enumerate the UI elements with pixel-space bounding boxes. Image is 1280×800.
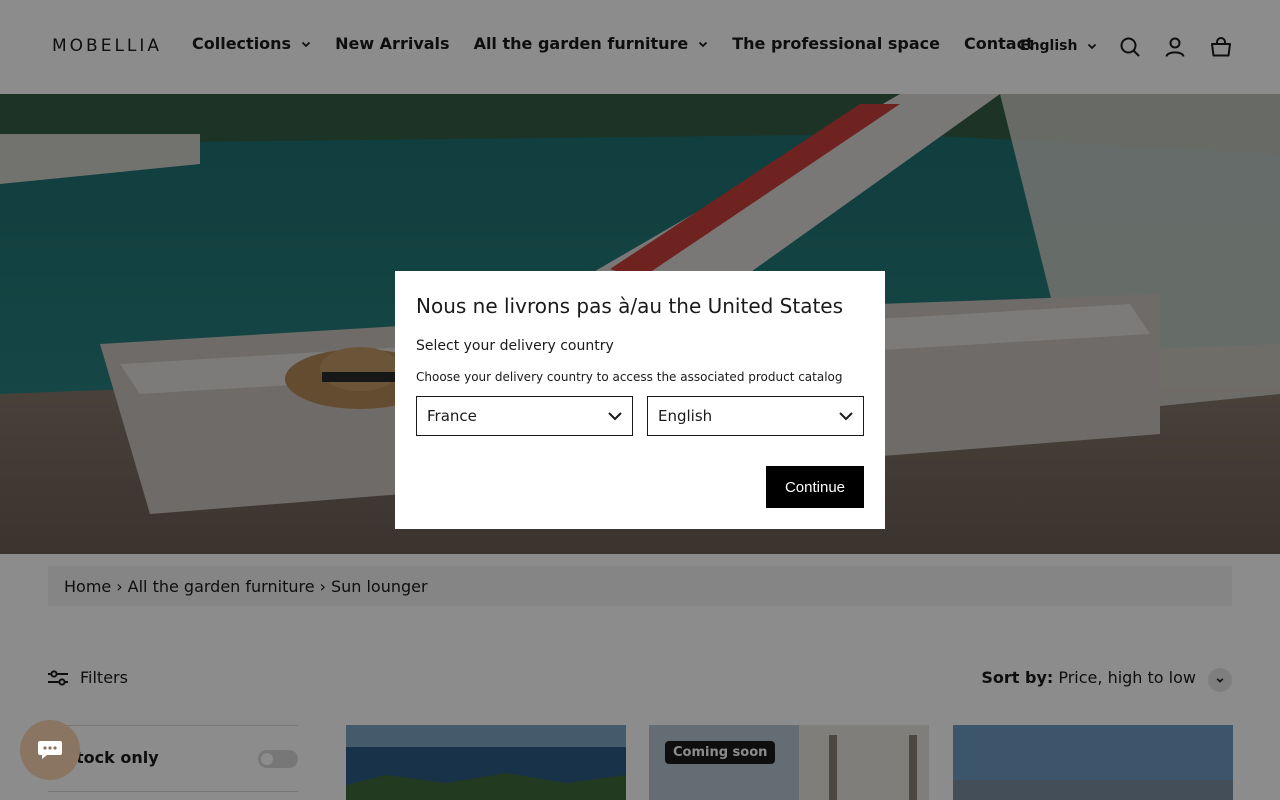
modal-title: Nous ne livrons pas à/au the United Stat… <box>416 294 844 318</box>
delivery-country-modal: Nous ne livrons pas à/au the United Stat… <box>395 271 885 529</box>
language-select-value: English <box>658 407 713 425</box>
chat-icon <box>38 741 62 759</box>
country-select-value: France <box>427 407 477 425</box>
country-select[interactable]: France <box>416 396 633 436</box>
modal-help-text: Choose your delivery country to access t… <box>416 370 843 384</box>
continue-button[interactable]: Continue <box>766 466 864 508</box>
chevron-down-icon <box>608 412 622 421</box>
chevron-down-icon <box>839 412 853 421</box>
modal-subtitle: Select your delivery country <box>416 338 614 354</box>
modal-selects: France English <box>416 396 864 436</box>
language-select[interactable]: English <box>647 396 864 436</box>
chat-button[interactable] <box>20 720 80 780</box>
